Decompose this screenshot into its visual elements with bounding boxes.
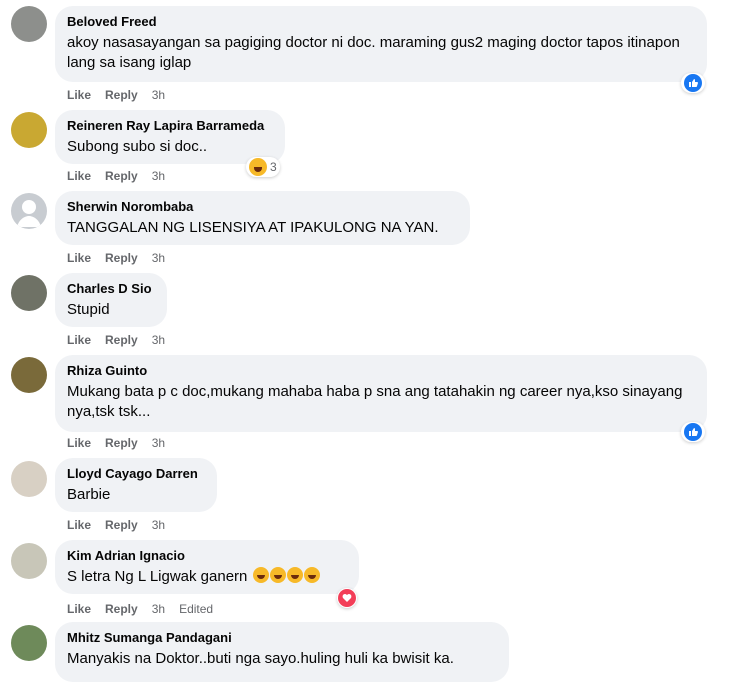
avatar[interactable] [11, 461, 47, 497]
joy-emoji [269, 567, 286, 583]
reaction-summary[interactable]: 3 [246, 157, 280, 177]
joy-emoji [303, 567, 320, 583]
edited-label: Edited [179, 602, 214, 616]
comment-text: Mukang bata p c doc,mukang mahaba haba p… [67, 383, 683, 420]
comment-text: akoy nasasayangan sa pagiging doctor ni … [67, 34, 680, 71]
avatar[interactable] [11, 112, 47, 148]
commenter-name[interactable]: Charles D Sio [67, 281, 155, 297]
rofl-emoji [252, 567, 269, 583]
comment-bubble: Sherwin Norombaba TANGGALAN NG LISENSIYA… [55, 191, 470, 245]
comment-bubble: Lloyd Cayago Darren Barbie [55, 458, 217, 512]
haha-icon [249, 158, 267, 176]
timestamp[interactable]: 3h [152, 333, 165, 347]
reaction-count: 3 [270, 160, 277, 174]
avatar[interactable] [11, 543, 47, 579]
timestamp[interactable]: 3h [152, 518, 165, 532]
comment-bubble: Kim Adrian Ignacio S letra Ng L Ligwak g… [55, 540, 359, 594]
like-button[interactable]: Like [67, 88, 91, 102]
comment-text: Stupid [67, 301, 110, 318]
commenter-name[interactable]: Kim Adrian Ignacio [67, 548, 347, 564]
avatar[interactable] [11, 6, 47, 42]
avatar[interactable] [11, 275, 47, 311]
comment-text: TANGGALAN NG LISENSIYA AT IPAKULONG NA Y… [67, 219, 439, 236]
commenter-name[interactable]: Reineren Ray Lapira Barrameda [67, 118, 273, 134]
comment-text: Subong subo si doc.. [67, 138, 208, 155]
commenter-name[interactable]: Mhitz Sumanga Pandagani [67, 630, 497, 646]
reply-button[interactable]: Reply [105, 436, 138, 450]
timestamp[interactable]: 3h [152, 88, 165, 102]
avatar[interactable] [11, 625, 47, 661]
comment-actions: Like Reply 3h Edited [67, 602, 213, 616]
timestamp[interactable]: 3h [152, 169, 165, 183]
reaction-summary[interactable] [681, 73, 705, 93]
comment-actions: Like Reply 3h [67, 333, 165, 347]
comment-text-content: S letra Ng L Ligwak ganern [67, 568, 248, 585]
avatar[interactable] [11, 357, 47, 393]
comment-text: Barbie [67, 486, 111, 503]
like-icon [684, 423, 702, 441]
like-icon [684, 74, 702, 92]
commenter-name[interactable]: Rhiza Guinto [67, 363, 695, 379]
like-button[interactable]: Like [67, 333, 91, 347]
rofl-emoji [286, 567, 303, 583]
comment-bubble: Reineren Ray Lapira Barrameda Subong sub… [55, 110, 285, 164]
comment-actions: Like Reply 3h [67, 251, 165, 265]
commenter-name[interactable]: Beloved Freed [67, 14, 695, 30]
comment-actions: Like Reply 3h [67, 88, 165, 102]
reply-button[interactable]: Reply [105, 602, 138, 616]
comment-text: Manyakis na Doktor..buti nga sayo.huling… [67, 650, 454, 667]
reply-button[interactable]: Reply [105, 518, 138, 532]
commenter-name[interactable]: Sherwin Norombaba [67, 199, 458, 215]
comment-actions: Like Reply 3h [67, 169, 165, 183]
timestamp[interactable]: 3h [152, 602, 165, 616]
reply-button[interactable]: Reply [105, 251, 138, 265]
love-icon [338, 589, 356, 607]
reaction-summary[interactable] [681, 422, 705, 442]
like-button[interactable]: Like [67, 518, 91, 532]
reaction-summary[interactable] [337, 588, 357, 608]
reply-button[interactable]: Reply [105, 88, 138, 102]
like-button[interactable]: Like [67, 436, 91, 450]
comment-text: S letra Ng L Ligwak ganern [67, 567, 347, 587]
comment-bubble: Rhiza Guinto Mukang bata p c doc,mukang … [55, 355, 707, 432]
comment-bubble: Mhitz Sumanga Pandagani Manyakis na Dokt… [55, 622, 509, 682]
timestamp[interactable]: 3h [152, 251, 165, 265]
comment-bubble: Beloved Freed akoy nasasayangan sa pagig… [55, 6, 707, 82]
like-button[interactable]: Like [67, 602, 91, 616]
comment-actions: Like Reply 3h [67, 518, 165, 532]
reply-button[interactable]: Reply [105, 333, 138, 347]
like-button[interactable]: Like [67, 251, 91, 265]
avatar[interactable] [11, 193, 47, 229]
like-button[interactable]: Like [67, 169, 91, 183]
comment-actions: Like Reply 3h [67, 436, 165, 450]
comment-bubble: Charles D Sio Stupid [55, 273, 167, 327]
timestamp[interactable]: 3h [152, 436, 165, 450]
reply-button[interactable]: Reply [105, 169, 138, 183]
commenter-name[interactable]: Lloyd Cayago Darren [67, 466, 205, 482]
